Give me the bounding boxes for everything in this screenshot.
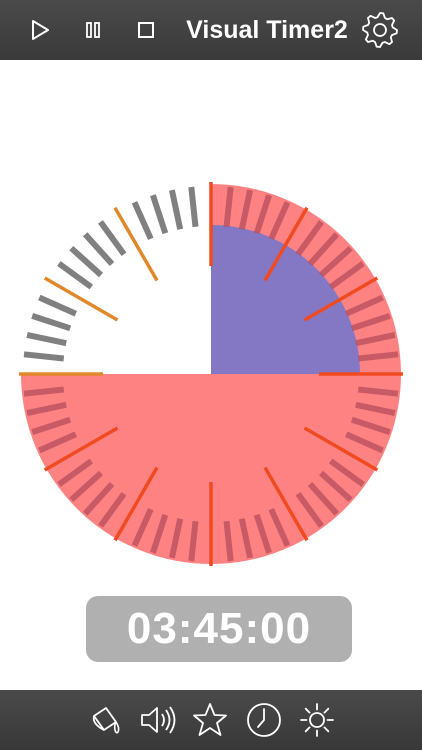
dial-minor-tick — [357, 386, 399, 397]
brightness-button[interactable] — [297, 700, 337, 740]
dial-minor-tick — [82, 232, 115, 267]
dial-minor-tick — [31, 313, 72, 332]
stop-button[interactable] — [126, 10, 166, 50]
favorites-button[interactable] — [190, 700, 230, 740]
timer-dial[interactable] — [0, 160, 422, 590]
clock-button[interactable] — [244, 700, 284, 740]
dial-minor-tick — [57, 261, 94, 290]
dial-minor-tick — [38, 294, 78, 317]
timer-dial-graphic[interactable] — [0, 160, 422, 590]
clock-icon — [247, 703, 281, 737]
dial-minor-tick — [223, 520, 234, 562]
dial-minor-tick — [188, 186, 199, 228]
time-readout-text: 03:45:00 — [126, 604, 312, 653]
dial-major-tick — [43, 276, 119, 322]
dial-minor-tick — [150, 194, 169, 235]
dial-minor-tick — [357, 351, 399, 362]
dial-minor-tick — [168, 189, 184, 230]
dial-minor-tick — [23, 386, 65, 397]
pause-button[interactable] — [73, 10, 113, 50]
sound-button[interactable] — [138, 700, 178, 740]
pause-icon — [86, 22, 100, 38]
dial-minor-tick — [131, 201, 154, 241]
time-readout: 03:45:00 — [86, 596, 352, 662]
dial-minor-tick — [188, 520, 199, 562]
bottom-toolbar — [0, 690, 422, 750]
star-icon — [193, 703, 227, 736]
gear-icon — [362, 12, 398, 48]
play-button[interactable] — [20, 10, 60, 50]
play-icon — [32, 20, 49, 40]
color-button[interactable] — [86, 700, 126, 740]
dial-minor-tick — [98, 220, 127, 257]
settings-button[interactable] — [360, 10, 400, 50]
app-title: Visual Timer2 — [186, 16, 348, 44]
dial-minor-tick — [26, 331, 67, 347]
dial-minor-tick — [223, 186, 234, 228]
speaker-icon — [141, 706, 176, 734]
stop-icon — [138, 22, 154, 38]
dial-major-tick — [113, 206, 159, 282]
paint-bucket-icon — [92, 707, 120, 734]
dial-minor-tick — [23, 351, 65, 362]
dial-minor-tick — [69, 245, 104, 278]
top-toolbar: Visual Timer2 — [0, 0, 422, 60]
brightness-icon — [300, 703, 334, 737]
